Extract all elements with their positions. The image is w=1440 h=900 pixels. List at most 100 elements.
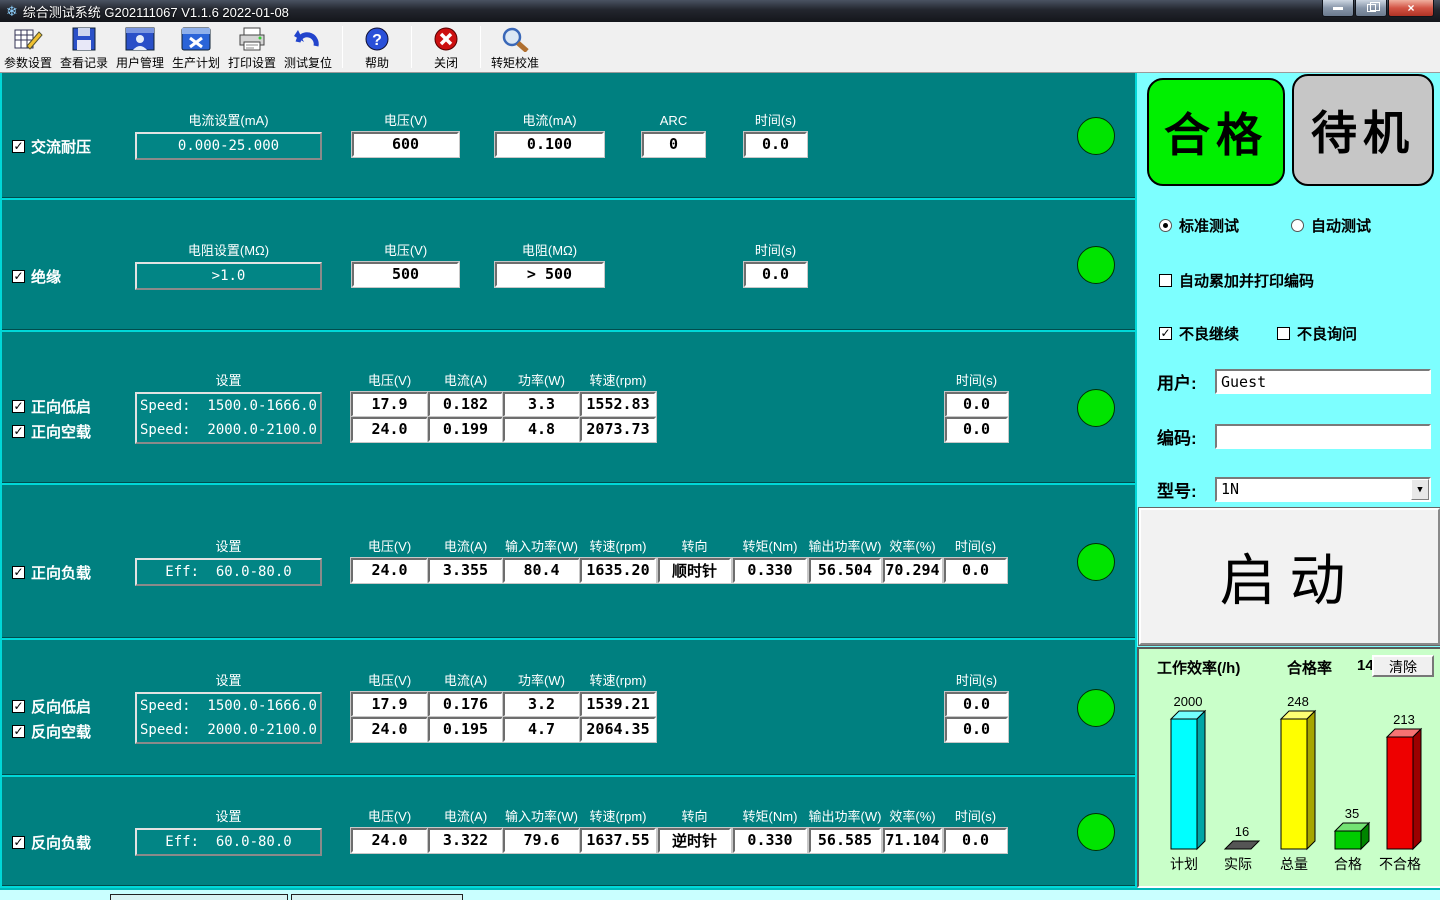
toolbar-button-help[interactable]: ?帮助	[349, 22, 405, 72]
statistics-panel: 工作效率(/h) 合格率 14% 清除 2000计划16实际248总量35合格2…	[1137, 647, 1440, 888]
setting-value: 0.000-25.000	[137, 134, 320, 158]
input-power-value: 79.6	[503, 828, 580, 853]
svg-text:总量: 总量	[1280, 856, 1308, 872]
checkbox-ac-withstand[interactable]: ✓交流耐压	[12, 136, 91, 157]
voltage-value: 24.0	[351, 558, 428, 583]
checkbox-rev-no-load[interactable]: ✓反向空载	[12, 721, 91, 742]
close-button[interactable]: ×	[1388, 0, 1434, 17]
start-button[interactable]: 启动	[1139, 508, 1440, 645]
toolbar-button-test-reset[interactable]: 测试复位	[280, 22, 336, 72]
radio-standard-test[interactable]: 标准测试	[1159, 215, 1239, 236]
direction-value: 逆时针	[658, 828, 731, 853]
toolbar-button-close-app[interactable]: 关闭	[418, 22, 474, 72]
svg-text:?: ?	[372, 32, 382, 49]
radio-auto-test[interactable]: 自动测试	[1291, 215, 1371, 236]
time-value: 0.0	[945, 692, 1008, 717]
toolbar-button-production-plan[interactable]: 生产计划	[168, 22, 224, 72]
svg-text:计划: 计划	[1170, 856, 1198, 872]
voltage-value: 24.0	[351, 828, 428, 853]
model-select[interactable]: 1N ▼	[1215, 477, 1431, 502]
toolbar-button-view-records[interactable]: 查看记录	[56, 22, 112, 72]
test-name-label: 反向负载	[31, 832, 91, 853]
status-light	[1077, 117, 1115, 155]
speed-value: 2073.73	[580, 417, 656, 442]
svg-text:248: 248	[1287, 694, 1309, 709]
column-header: 电流(mA)	[480, 112, 620, 132]
column-header: 设置	[159, 672, 299, 692]
toolbar-button-print-settings[interactable]: 打印设置	[224, 22, 280, 72]
current-value: 0.182	[428, 392, 503, 417]
work-efficiency-label: 工作效率(/h)	[1157, 657, 1240, 678]
status-strip	[0, 888, 1440, 900]
time-value: 0.0	[744, 132, 807, 157]
checkbox-fail-inquire[interactable]: 不良询问	[1277, 323, 1357, 344]
setting-box: Eff: 60.0-80.0	[135, 828, 322, 856]
output-power-value: 56.585	[809, 828, 881, 853]
toolbar-button-label: 转矩校准	[491, 54, 539, 71]
column-header: 设置	[159, 372, 299, 392]
checkbox-fwd-no-load[interactable]: ✓正向空载	[12, 421, 91, 442]
toolbar-button-parameter-settings[interactable]: 参数设置	[0, 22, 56, 72]
help-icon: ?	[364, 25, 390, 53]
status-light	[1077, 813, 1115, 851]
toolbar-separator	[411, 26, 412, 68]
checkbox-fwd-low-start[interactable]: ✓ 正向低启	[12, 396, 91, 417]
app-window: ❄ 综合测试系统 G202111067 V1.1.6 2022-01-08 × …	[0, 0, 1440, 900]
toolbar-button-torque-calibration[interactable]: 转矩校准	[487, 22, 543, 72]
svg-text:合格: 合格	[1334, 856, 1362, 872]
speed-value: 2064.35	[580, 717, 656, 742]
chevron-down-icon[interactable]: ▼	[1411, 479, 1429, 500]
checkbox-fail-continue[interactable]: ✓ 不良继续	[1159, 323, 1239, 344]
checkbox-fwd-load[interactable]: ✓ 正向负载	[12, 562, 91, 583]
checkbox-icon: ✓	[12, 836, 25, 849]
svg-text:35: 35	[1345, 806, 1359, 821]
user-management-icon	[125, 25, 155, 53]
checkbox-auto-accumulate-print[interactable]: 自动累加并打印编码	[1159, 270, 1314, 291]
voltage-value: 24.0	[351, 717, 428, 742]
power-value: 4.8	[503, 417, 580, 442]
setting-box: Eff: 60.0-80.0	[135, 558, 322, 586]
column-header: 设置	[159, 808, 299, 828]
minimize-button[interactable]	[1322, 0, 1354, 17]
column-header: 时间(s)	[906, 538, 1046, 558]
pass-rate-label: 合格率	[1287, 657, 1332, 678]
resistance-value: > 500	[495, 262, 604, 287]
user-input[interactable]	[1215, 369, 1431, 394]
test-name-label: 正向低启	[31, 396, 91, 417]
restore-icon	[1367, 4, 1376, 12]
svg-text:213: 213	[1393, 712, 1415, 727]
toolbar-button-label: 查看记录	[60, 54, 108, 71]
checkbox-rev-load[interactable]: ✓ 反向负载	[12, 832, 91, 853]
test-panel-reverse-lowstart-noload: ✓反向低启✓反向空载设置Speed: 1500.0-1666.0Speed: 2…	[2, 640, 1135, 777]
setting-value: Speed: 2000.0-2100.0	[137, 718, 320, 742]
toolbar-button-label: 参数设置	[4, 54, 52, 71]
time-value: 0.0	[945, 392, 1008, 417]
torque-calibration-icon	[501, 25, 529, 53]
svg-text:2000: 2000	[1174, 694, 1203, 709]
column-header: 电压(V)	[336, 112, 476, 132]
status-light	[1077, 246, 1115, 284]
current-value: 0.199	[428, 417, 503, 442]
voltage-value: 17.9	[351, 392, 428, 417]
checkbox-icon: ✓	[12, 400, 25, 413]
checkbox-rev-low-start[interactable]: ✓反向低启	[12, 696, 91, 717]
test-name-label: 正向负载	[31, 562, 91, 583]
setting-value: Speed: 1500.0-1666.0	[137, 394, 320, 418]
checkbox-insulation[interactable]: ✓绝缘	[12, 266, 61, 287]
torque-value: 0.330	[733, 828, 807, 853]
clear-button[interactable]: 清除	[1372, 655, 1434, 677]
toolbar-button-user-management[interactable]: 用户管理	[112, 22, 168, 72]
checkbox-icon: ✓	[12, 566, 25, 579]
code-input[interactable]	[1215, 424, 1431, 449]
production-bar-chart: 2000计划16实际248总量35合格213不合格	[1141, 681, 1440, 886]
restore-button[interactable]	[1355, 0, 1387, 17]
test-panel-reverse-load: ✓反向负载设置Eff: 60.0-80.0电压(V)24.0电流(A)3.322…	[2, 777, 1135, 888]
power-value: 3.2	[503, 692, 580, 717]
close-app-icon	[433, 25, 459, 53]
column-header: 电阻(MΩ)	[480, 242, 620, 262]
time-value: 0.0	[944, 558, 1007, 583]
parameter-settings-icon	[13, 25, 43, 53]
column-header: 时间(s)	[907, 672, 1047, 692]
current-value: 3.322	[428, 828, 503, 853]
current-value: 0.195	[428, 717, 503, 742]
